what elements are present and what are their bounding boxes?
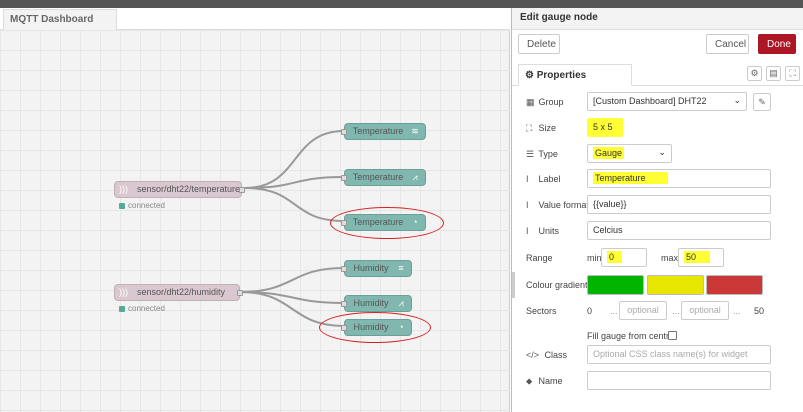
output-port[interactable] (239, 187, 245, 193)
gear-icon: ⚙ (525, 70, 537, 81)
input-port[interactable] (341, 266, 347, 272)
units-input[interactable]: Celcius (587, 221, 771, 240)
panel-resize-handle[interactable] (512, 272, 515, 298)
list-icon: ☰ (526, 149, 535, 159)
type-row: ☰ Type Gauge ⌄ (512, 144, 803, 166)
wifi-icon: ))) (119, 287, 128, 297)
resize-icon: ⛶ (526, 123, 533, 133)
property-tabs: ⚙ Properties ⚙ ▤ ⛶ (512, 64, 803, 86)
tab-properties[interactable]: ⚙ Properties (518, 64, 632, 86)
cancel-button[interactable]: Cancel (706, 34, 749, 54)
mqtt-in-node-temperature[interactable]: ))) sensor/dht22/temperature (114, 181, 245, 198)
text-icon: ≡ (398, 263, 404, 273)
text-node-temperature[interactable]: Temperature ⩘ (341, 169, 426, 186)
wifi-icon: ))) (119, 184, 128, 194)
sectors-row: Sectors 0 ... optional ... optional ... … (512, 301, 803, 323)
label-row: I Label Temperature (512, 169, 803, 191)
chart-node-temperature[interactable]: Temperature ≋ (341, 123, 426, 140)
table-icon: ▦ (526, 97, 535, 107)
annotation-circle-humidity (319, 312, 431, 343)
chart-node-humidity[interactable]: Humidity ⩘ (341, 295, 412, 312)
range-max-input[interactable]: 50 (678, 248, 724, 267)
colour-row: Colour gradient (512, 275, 803, 297)
colour-swatch-high[interactable] (706, 275, 763, 295)
range-row: Range min 0 max 50 (512, 248, 803, 270)
chart-icon: ⩘ (398, 298, 404, 308)
code-icon: </> (526, 350, 540, 360)
input-port[interactable] (341, 301, 347, 307)
fill-gauge-checkbox[interactable] (668, 331, 677, 340)
output-port[interactable] (237, 290, 243, 296)
mqtt-in-node-humidity[interactable]: ))) sensor/dht22/humidity (114, 284, 243, 301)
input-port[interactable] (341, 129, 347, 135)
label-input[interactable]: Temperature (587, 169, 771, 188)
input-port[interactable] (341, 175, 347, 181)
units-row: I Units Celcius (512, 221, 803, 243)
value-format-input[interactable]: {{value}} (587, 195, 771, 214)
edit-panel: Edit gauge node Delete Cancel Done ⚙ Pro… (511, 8, 803, 412)
text-cursor-icon: I (526, 200, 529, 210)
edit-group-button[interactable]: ✎ (753, 93, 771, 111)
flow-canvas[interactable]: ))) sensor/dht22/temperature connected T… (0, 30, 510, 412)
text-node-humidity[interactable]: Humidity ≡ (341, 260, 412, 277)
text-icon: ⩘ (412, 172, 418, 182)
range-min-input[interactable]: 0 (601, 248, 647, 267)
group-row: ▦ Group [Custom Dashboard] DHT22 ⌄ ✎ (512, 92, 803, 114)
size-picker[interactable]: 5 x 5 (587, 118, 623, 137)
class-row: </> Class Optional CSS class name(s) for… (512, 345, 803, 367)
name-row: ⬥ Name (512, 371, 803, 393)
class-input[interactable]: Optional CSS class name(s) for widget (587, 345, 771, 364)
chevron-down-icon: ⌄ (658, 147, 666, 157)
group-select[interactable]: [Custom Dashboard] DHT22 ⌄ (587, 92, 747, 111)
annotation-circle-temperature (330, 207, 444, 239)
name-input[interactable] (587, 371, 771, 390)
action-bar: Delete Cancel Done (512, 34, 803, 60)
status-humidity: connected (119, 304, 165, 313)
chevron-down-icon: ⌄ (733, 95, 741, 105)
panel-title: Edit gauge node (512, 8, 803, 30)
appearance-tab-icon[interactable]: ⛶ (785, 66, 800, 81)
value-format-row: I Value format {{value}} (512, 195, 803, 217)
colour-swatch-mid[interactable] (647, 275, 704, 295)
tag-icon: ⬥ (526, 376, 533, 386)
colour-swatch-low[interactable] (587, 275, 644, 295)
settings-tab-icon[interactable]: ⚙ (747, 66, 762, 81)
type-select[interactable]: Gauge ⌄ (587, 144, 672, 163)
description-tab-icon[interactable]: ▤ (766, 66, 781, 81)
chart-icon: ≋ (411, 126, 419, 136)
sector-high-input[interactable]: optional (681, 301, 729, 320)
top-bar (0, 0, 803, 8)
sector-low-input[interactable]: optional (619, 301, 667, 320)
text-cursor-icon: I (526, 174, 529, 184)
tab-mqtt-dashboard[interactable]: MQTT Dashboard (3, 9, 117, 30)
size-row: ⛶ Size 5 x 5 (512, 118, 803, 140)
flow-workspace: MQTT Dashboard ))) sensor/dht22/temperat… (0, 8, 510, 412)
status-temperature: connected (119, 201, 165, 210)
pencil-icon: ✎ (758, 97, 766, 107)
workspace-tabbar: MQTT Dashboard (0, 8, 510, 30)
text-cursor-icon: I (526, 226, 529, 236)
done-button[interactable]: Done (758, 34, 796, 54)
delete-button[interactable]: Delete (518, 34, 560, 54)
